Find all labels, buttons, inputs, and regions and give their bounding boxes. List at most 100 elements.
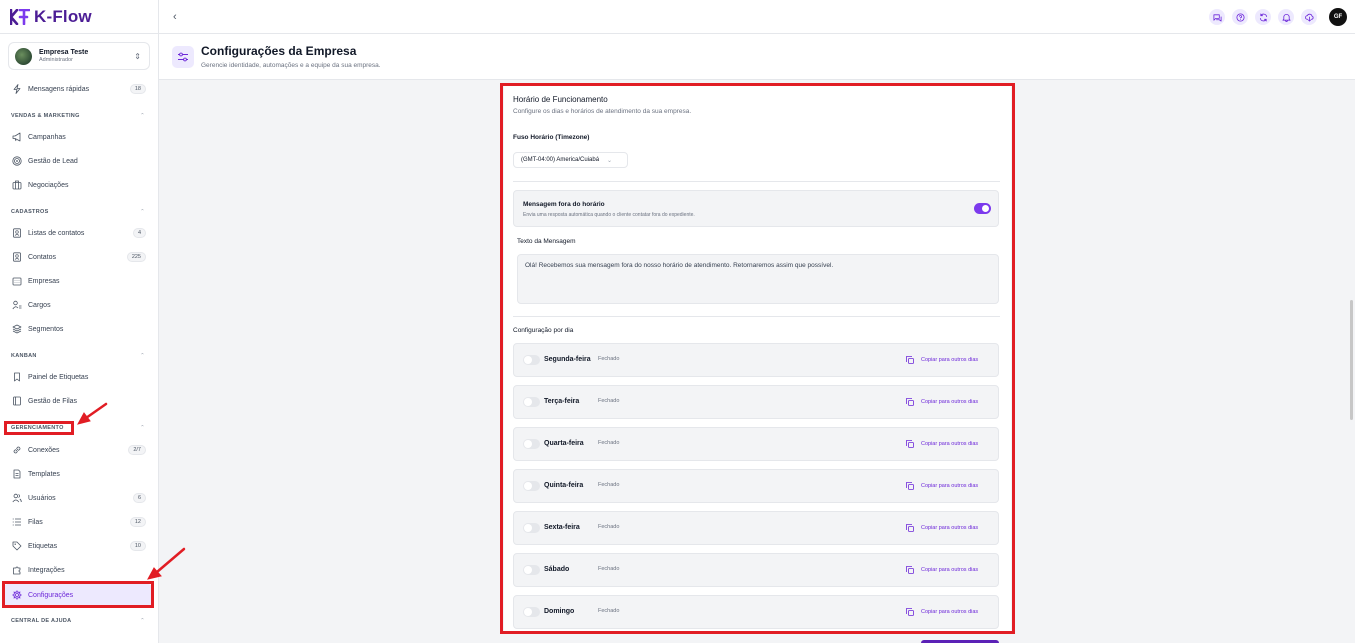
day-name: Segunda-feira: [544, 356, 591, 363]
day-status: Fechado: [598, 608, 620, 614]
day-name: Terça-feira: [544, 398, 580, 405]
day-toggle[interactable]: [523, 439, 540, 449]
briefcase-icon: [12, 180, 22, 190]
sidebar-item-empresas[interactable]: Empresas: [12, 274, 146, 288]
app-logo[interactable]: K-Flow: [0, 0, 158, 34]
count-badge: 225: [126, 252, 146, 262]
chevron-up-icon: ⌃: [140, 209, 145, 215]
copy-to-other-days-button[interactable]: Copiar para outros dias: [906, 482, 978, 490]
copy-to-other-days-button[interactable]: Copiar para outros dias: [906, 440, 978, 448]
sidebar-item-campanhas[interactable]: Campanhas: [12, 130, 146, 144]
sidebar: K-Flow Empresa Teste Administrador ⇕ Men…: [0, 0, 159, 643]
company-avatar: [15, 47, 32, 65]
sidebar-item-listas-de-contatos[interactable]: Listas de contatos 4: [12, 226, 146, 240]
divider: [513, 181, 1000, 182]
after-hours-toggle[interactable]: [974, 203, 991, 214]
sliders-icon: [172, 46, 194, 68]
sidebar-item-templates[interactable]: Templates: [12, 467, 146, 481]
day-row-segunda: Segunda-feira Fechado Copiar para outros…: [513, 343, 999, 377]
scrollbar[interactable]: [1350, 300, 1353, 420]
contact-card-icon: [13, 252, 21, 262]
document-icon: [13, 469, 21, 479]
day-row-sexta: Sexta-feira Fechado Copiar para outros d…: [513, 511, 999, 545]
sidebar-item-painel-de-etiquetas[interactable]: Painel de Etiquetas: [12, 370, 146, 384]
day-name: Quarta-feira: [544, 440, 584, 447]
section-vendas-marketing[interactable]: VENDAS & MARKETING ⌃: [11, 113, 145, 119]
after-hours-message-setting: Mensagem fora do horário Envia uma respo…: [513, 190, 999, 227]
message-text-label: Texto da Mensagem: [517, 238, 576, 245]
timezone-select[interactable]: (GMT-04:00) America/Cuiabá ⌄: [513, 152, 628, 168]
timezone-label: Fuso Horário (Timezone): [513, 134, 590, 141]
day-status: Fechado: [598, 398, 620, 404]
section-cadastros[interactable]: CADASTROS ⌃: [11, 209, 145, 215]
day-toggle[interactable]: [523, 481, 540, 491]
copy-to-other-days-button[interactable]: Copiar para outros dias: [906, 566, 978, 574]
copy-icon: [906, 356, 914, 364]
count-badge: 2/7: [128, 445, 146, 455]
section-subtitle: Configure os dias e horários de atendime…: [513, 108, 692, 115]
copy-to-other-days-button[interactable]: Copiar para outros dias: [906, 398, 978, 406]
sidebar-item-gestao-de-filas[interactable]: Gestão de Filas: [12, 394, 146, 408]
chat-icon[interactable]: [1209, 9, 1225, 25]
bell-icon[interactable]: [1278, 9, 1294, 25]
copy-to-other-days-button[interactable]: Copiar para outros dias: [906, 608, 978, 616]
day-toggle[interactable]: [523, 355, 540, 365]
page-subtitle: Gerencie identidade, automações e a equi…: [201, 62, 381, 69]
collapse-sidebar-icon[interactable]: ‹: [173, 11, 177, 23]
count-badge: 10: [129, 541, 146, 551]
day-name: Sexta-feira: [544, 524, 580, 531]
section-gerenciamento[interactable]: GERENCIAMENTO ⌃: [11, 425, 145, 431]
chevron-up-icon: ⌃: [140, 113, 145, 119]
cloud-download-icon[interactable]: [1301, 9, 1317, 25]
copy-icon: [906, 608, 914, 616]
sidebar-item-contatos[interactable]: Contatos 225: [12, 250, 146, 264]
copy-icon: [906, 440, 914, 448]
count-badge: 12: [129, 517, 146, 527]
user-role-icon: [12, 300, 22, 310]
day-toggle[interactable]: [523, 523, 540, 533]
sidebar-item-negociacoes[interactable]: Negociações: [12, 178, 146, 192]
day-row-domingo: Domingo Fechado Copiar para outros dias: [513, 595, 999, 629]
chevron-up-icon: ⌃: [140, 425, 145, 431]
day-toggle[interactable]: [523, 565, 540, 575]
copy-icon: [906, 566, 914, 574]
day-name: Quinta-feira: [544, 482, 584, 489]
sidebar-item-mensagens-rapidas[interactable]: Mensagens rápidas 18: [12, 82, 146, 96]
refresh-icon[interactable]: [1255, 9, 1271, 25]
count-badge: 4: [132, 228, 146, 238]
divider: [513, 316, 1000, 317]
company-switcher[interactable]: Empresa Teste Administrador ⇕: [8, 42, 150, 70]
sidebar-item-segmentos[interactable]: Segmentos: [12, 322, 146, 336]
section-central-de-ajuda[interactable]: CENTRAL DE AJUDA ⌃: [11, 618, 145, 624]
user-avatar[interactable]: GF: [1329, 8, 1347, 26]
link-icon: [13, 446, 21, 454]
per-day-config-label: Configuração por dia: [513, 327, 574, 334]
bookmark-icon: [14, 372, 20, 382]
puzzle-icon: [13, 566, 21, 575]
sidebar-item-etiquetas[interactable]: Etiquetas 10: [12, 539, 146, 553]
copy-to-other-days-button[interactable]: Copiar para outros dias: [906, 524, 978, 532]
section-kanban[interactable]: KANBAN ⌃: [11, 353, 145, 359]
page-header: Configurações da Empresa Gerencie identi…: [159, 34, 1355, 80]
sidebar-item-filas[interactable]: Filas 12: [12, 515, 146, 529]
business-hours-card: Horário de Funcionamento Configure os di…: [504, 86, 1011, 634]
sidebar-item-usuarios[interactable]: Usuários 6: [12, 491, 146, 505]
sidebar-item-integracoes[interactable]: Integrações: [12, 563, 146, 577]
day-toggle[interactable]: [523, 607, 540, 617]
day-name: Domingo: [544, 608, 575, 615]
sidebar-item-conexoes[interactable]: Conexões 2/7: [12, 443, 146, 457]
copy-icon: [906, 482, 914, 490]
help-icon[interactable]: [1232, 9, 1248, 25]
sidebar-item-configuracoes[interactable]: Configurações: [12, 588, 146, 602]
chevron-down-icon: ⌄: [607, 157, 613, 164]
day-row-quinta: Quinta-feira Fechado Copiar para outros …: [513, 469, 999, 503]
day-toggle[interactable]: [523, 397, 540, 407]
day-row-terca: Terça-feira Fechado Copiar para outros d…: [513, 385, 999, 419]
sidebar-item-gestao-de-lead[interactable]: Gestão de Lead: [12, 154, 146, 168]
sidebar-item-cargos[interactable]: Cargos: [12, 298, 146, 312]
after-hours-title: Mensagem fora do horário: [523, 201, 605, 208]
address-book-icon: [13, 228, 21, 238]
day-name: Sábado: [544, 566, 570, 573]
copy-to-other-days-button[interactable]: Copiar para outros dias: [906, 356, 978, 364]
message-textarea[interactable]: Olá! Recebemos sua mensagem fora do noss…: [517, 254, 999, 304]
